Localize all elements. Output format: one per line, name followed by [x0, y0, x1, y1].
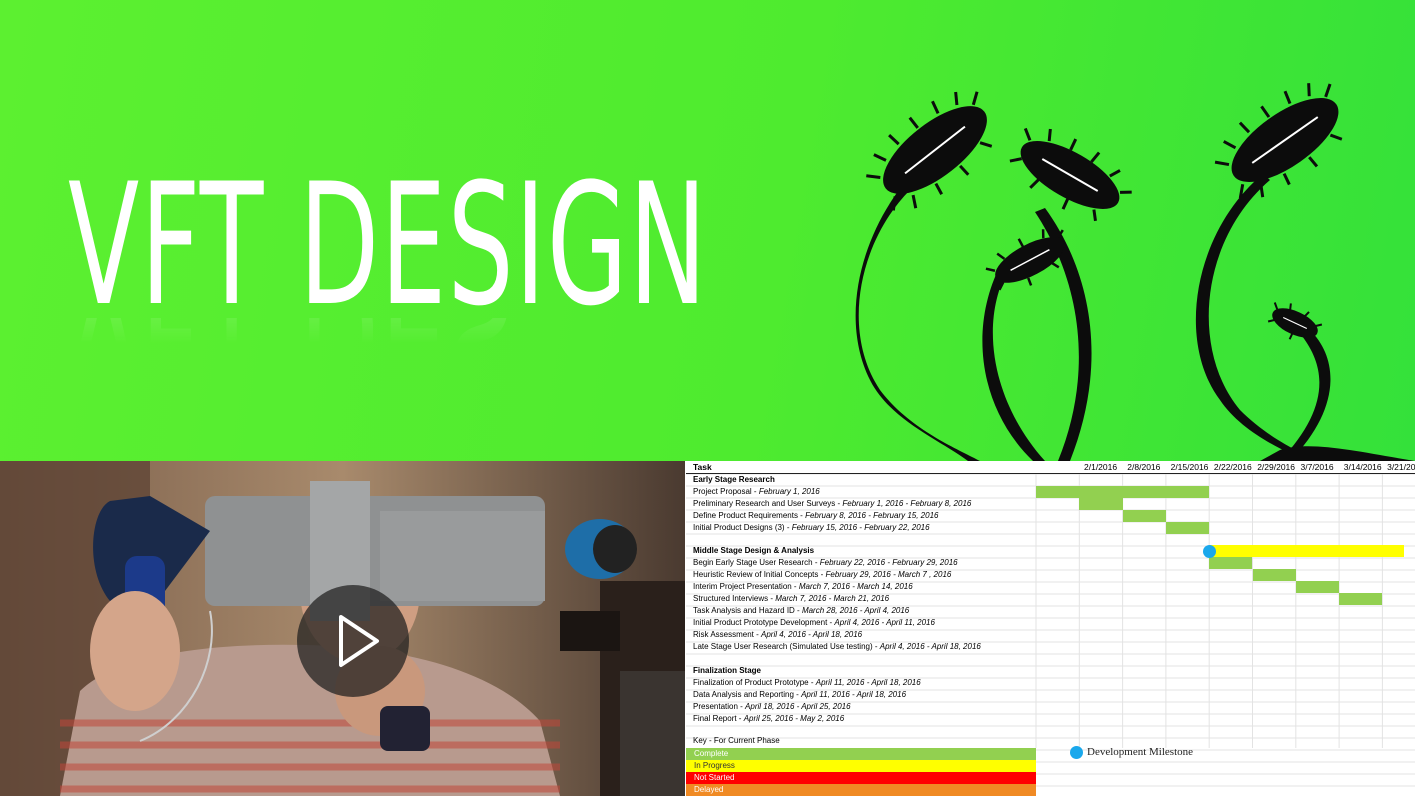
task-dates: April 11, 2016 - April 18, 2016: [815, 678, 921, 687]
task-name: Define Product Requirements -: [693, 511, 806, 520]
task-row: Begin Early Stage User Research - Februa…: [693, 557, 958, 569]
task-row: Initial Product Designs (3) - February 1…: [693, 522, 930, 534]
banner-title-reflection-text: VFT DESIGN: [68, 318, 708, 408]
video-player[interactable]: [0, 461, 685, 796]
venus-flytrap-icon: [855, 83, 1415, 461]
task-dates: February 8, 2016 - February 15, 2016: [805, 511, 939, 520]
task-row: Finalization of Product Prototype - Apri…: [693, 677, 921, 689]
gantt-bar: [1036, 486, 1210, 498]
date-label: 2/1/2016: [1084, 462, 1118, 472]
date-label: 2/15/2016: [1170, 462, 1209, 472]
task-name: Initial Product Prototype Development -: [693, 618, 835, 627]
task-row: Late Stage User Research (Simulated Use …: [693, 641, 981, 653]
task-name: Task Analysis and Hazard ID -: [693, 606, 802, 615]
task-name: Preliminary Research and User Surveys -: [693, 499, 843, 508]
gantt-bar: [1252, 569, 1296, 581]
key-complete: Complete: [686, 748, 1036, 760]
key-delayed: Delayed: [686, 784, 1036, 796]
task-row: Interim Project Presentation - March 7, …: [693, 581, 913, 593]
task-dates: February 15, 2016 - February 22, 2016: [791, 523, 930, 532]
date-label: 3/21/2016: [1387, 462, 1415, 472]
play-button[interactable]: [297, 585, 409, 697]
key-not-started: Not Started: [686, 772, 1036, 784]
key-title: Key - For Current Phase: [693, 736, 780, 745]
task-dates: April 4, 2016 - April 18, 2016: [761, 630, 863, 639]
milestone-marker: [1203, 544, 1217, 558]
gantt-bar: [1295, 581, 1340, 593]
task-name: Initial Product Designs (3) -: [693, 523, 792, 532]
gantt-bar: [1122, 510, 1166, 522]
title-wrap: VFT DESIGN: [68, 147, 788, 343]
task-row: Presentation - April 18, 2016 - April 25…: [693, 701, 851, 713]
task-dates: April 11, 2016 - April 18, 2016: [801, 690, 907, 699]
task-row: Risk Assessment - April 4, 2016 - April …: [693, 629, 862, 641]
task-dates: February 29, 2016 - March 7 , 2016: [825, 570, 952, 579]
date-label: 3/7/2016: [1300, 462, 1334, 472]
task-row: Initial Product Prototype Development - …: [693, 617, 935, 629]
task-dates: April 25, 2016 - May 2, 2016: [743, 714, 845, 723]
banner-title-reflection: VFT DESIGN: [68, 318, 788, 408]
task-dates: April 4, 2016 - April 18, 2016: [879, 642, 981, 651]
date-label: 2/8/2016: [1127, 462, 1161, 472]
task-row: Heuristic Review of Initial Concepts - F…: [693, 569, 951, 581]
task-name: Final Report -: [693, 714, 744, 723]
task-name: Project Proposal -: [693, 487, 759, 496]
task-dates: March 7, 2016 - March 14, 2016: [798, 582, 913, 591]
task-row: Preliminary Research and User Surveys - …: [693, 498, 971, 510]
date-label: 3/14/2016: [1343, 462, 1382, 472]
gantt-bar: [1165, 522, 1210, 534]
task-row: Data Analysis and Reporting - April 11, …: [693, 689, 906, 701]
task-dates: February 1, 2016 - February 8, 2016: [842, 499, 972, 508]
task-name: Begin Early Stage User Research -: [693, 558, 820, 567]
section-title-middle: Middle Stage Design & Analysis: [693, 546, 815, 555]
task-name: Presentation -: [693, 702, 746, 711]
task-name: Late Stage User Research (Simulated Use …: [693, 642, 880, 651]
task-name: Heuristic Review of Initial Concepts -: [693, 570, 826, 579]
play-icon: [339, 615, 379, 667]
section-title-final: Finalization Stage: [693, 666, 762, 675]
milestone-legend-label: Development Milestone: [1087, 746, 1194, 758]
task-dates: February 1, 2016: [758, 487, 820, 496]
task-row: Task Analysis and Hazard ID - March 28, …: [693, 605, 909, 617]
task-row: Define Product Requirements - February 8…: [693, 510, 938, 522]
task-row: Structured Interviews - March 7, 2016 - …: [693, 593, 889, 605]
key-in-progress: In Progress: [686, 760, 1036, 772]
task-name: Risk Assessment -: [693, 630, 762, 639]
task-name: Finalization of Product Prototype -: [693, 678, 816, 687]
task-dates: April 18, 2016 - April 25, 2016: [745, 702, 851, 711]
banner-title: VFT DESIGN: [68, 147, 708, 343]
task-name: Interim Project Presentation -: [693, 582, 799, 591]
gantt-bar: [1079, 498, 1123, 510]
task-name: Structured Interviews -: [693, 594, 776, 603]
task-dates: February 22, 2016 - February 29, 2016: [819, 558, 958, 567]
task-dates: March 7, 2016 - March 21, 2016: [775, 594, 890, 603]
gantt-bar: [1209, 545, 1405, 557]
banner: VFT DESIGN VFT DESIGN: [0, 0, 1415, 461]
task-column-header: Task: [693, 462, 712, 472]
date-label: 2/22/2016: [1213, 462, 1252, 472]
task-dates: March 28, 2016 - April 4, 2016: [801, 606, 910, 615]
task-row: Final Report - April 25, 2016 - May 2, 2…: [693, 713, 844, 725]
gantt-bar: [1339, 593, 1383, 605]
task-name: Data Analysis and Reporting -: [693, 690, 802, 699]
gantt-chart: Task 2/1/2016 2/8/2016 2/15/2016 2/22/2016 2…: [686, 461, 1415, 796]
milestone-legend-icon: [1070, 746, 1083, 759]
task-dates: April 4, 2016 - April 11, 2016: [834, 618, 935, 627]
gantt-bar: [1209, 557, 1253, 569]
date-label: 2/29/2016: [1257, 462, 1296, 472]
task-row: Project Proposal - February 1, 2016: [693, 486, 820, 498]
section-title-early: Early Stage Research: [693, 475, 775, 484]
